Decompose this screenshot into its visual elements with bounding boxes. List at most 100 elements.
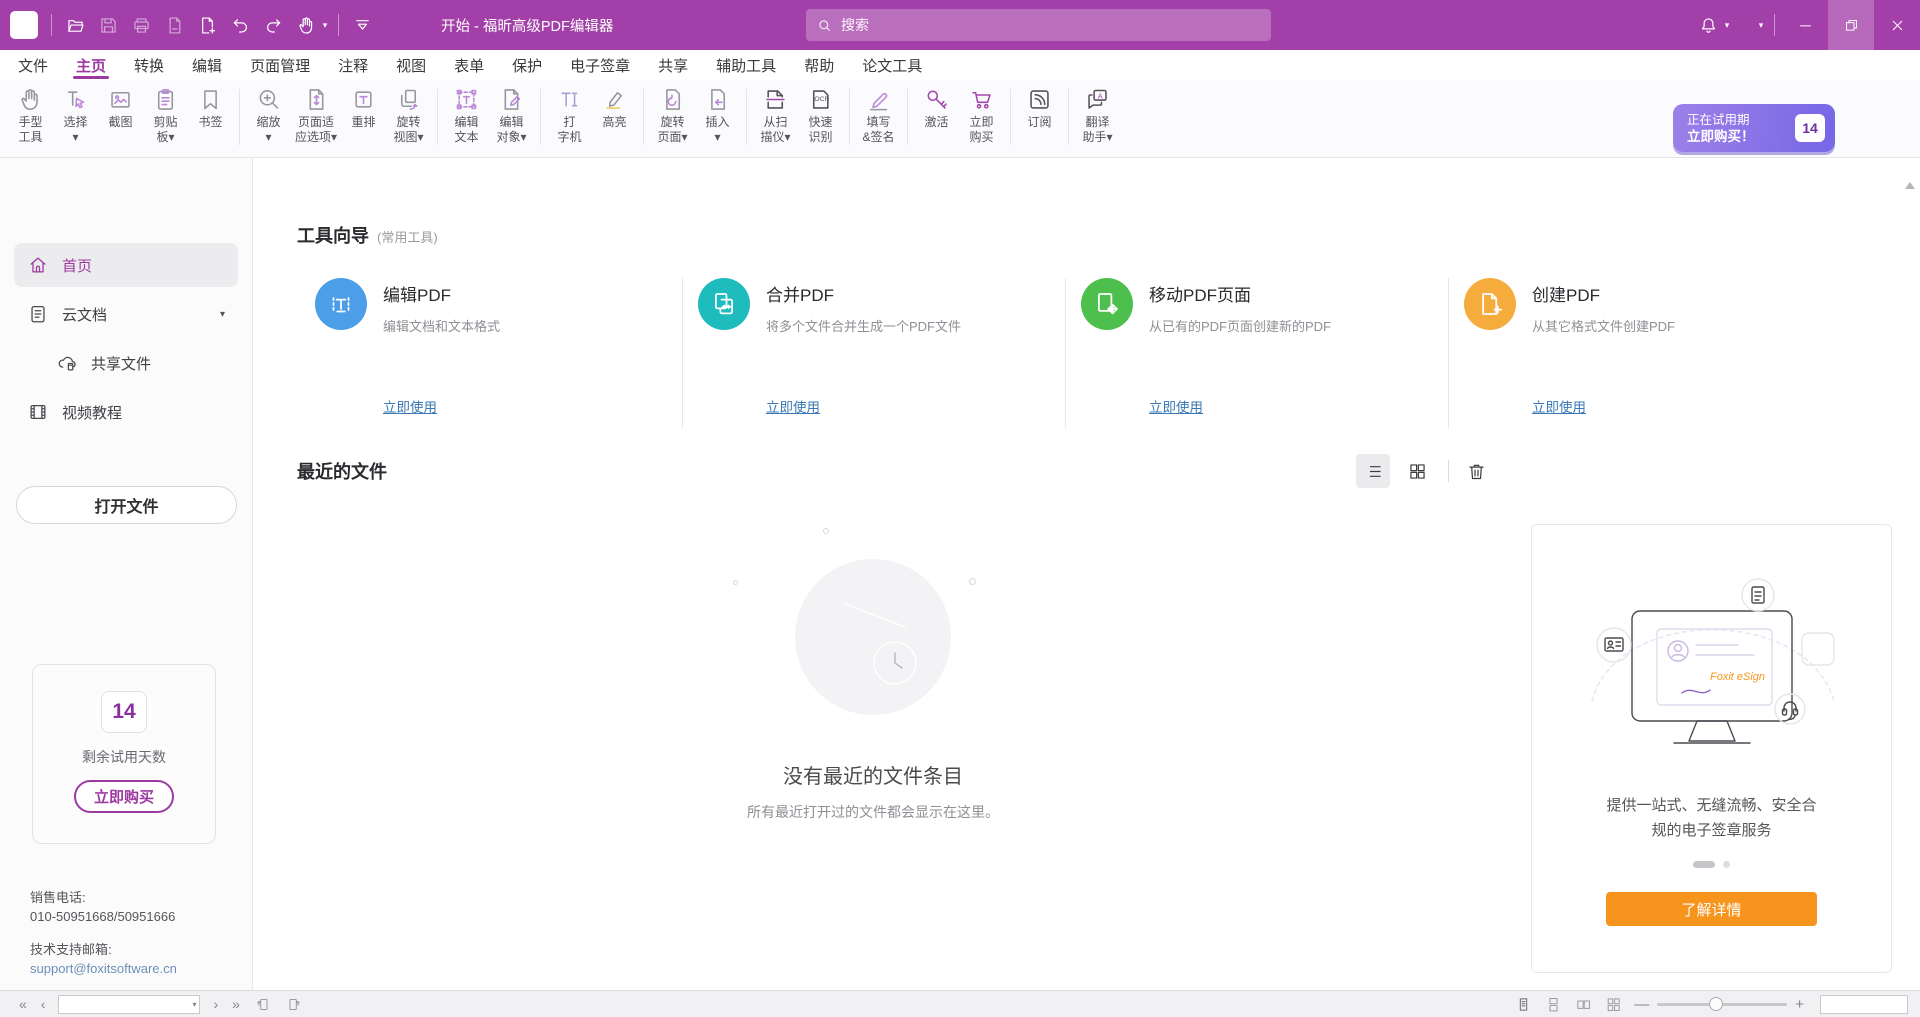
redo-icon[interactable] [257,8,290,42]
continuous-facing-view-icon[interactable] [1600,993,1626,1015]
menu-item-9[interactable]: 保护 [498,50,556,80]
continuous-view-icon[interactable] [1540,993,1566,1015]
delete-icon[interactable] [1459,454,1493,488]
sidebar-item-home[interactable]: 首页 [14,243,238,287]
page-input[interactable] [59,997,177,1011]
restore-button[interactable] [1828,0,1874,50]
menu-item-11[interactable]: 共享 [644,50,702,80]
ribbon-item-typewriter[interactable]: 打字机 [547,85,592,145]
export-page-icon[interactable] [158,8,191,42]
card-divider [1448,278,1449,428]
carousel-dot[interactable] [1723,861,1730,868]
last-page-icon[interactable]: » [225,996,247,1012]
next-page-icon[interactable]: › [206,996,225,1012]
ribbon-item-reflow[interactable]: 重排 [341,85,386,145]
facing-view-icon[interactable] [1570,993,1596,1015]
ribbon-item-fit-page[interactable]: 页面适应选项▾ [291,85,341,145]
tool-card-title: 移动PDF页面 [1149,281,1331,306]
ribbon-item-rotate-view[interactable]: 旋转视图▾ [386,85,431,145]
chevron-down-icon[interactable]: ▾ [220,309,225,320]
ribbon-item-edit-object[interactable]: 编辑对象▾ [489,85,534,145]
ribbon-item-zoom[interactable]: 缩放▾ [246,85,291,145]
learn-more-button[interactable]: 了解详情 [1606,892,1817,926]
ribbon-item-activate[interactable]: 激活 [914,85,959,145]
first-page-icon[interactable]: « [12,996,34,1012]
support-email-link[interactable]: support@foxitsoftware.cn [30,959,177,978]
chevron-down-icon[interactable]: ▾ [1755,20,1767,31]
ribbon-item-translate[interactable]: A翻译助手▾ [1075,85,1120,145]
ribbon-item-rotate-page[interactable]: 旋转页面▾ [650,85,695,145]
trial-badge-line1: 正在试用期 [1687,112,1795,128]
menu-item-5[interactable]: 页面管理 [236,50,324,80]
create-pdf-icon[interactable] [191,8,224,42]
ribbon-item-clipboard[interactable]: 剪贴板▾ [143,85,188,145]
ribbon-item-select[interactable]: 选择▾ [53,85,98,145]
minimize-button[interactable] [1782,0,1828,50]
menu-item-13[interactable]: 帮助 [790,50,848,80]
carousel-dot-active[interactable] [1693,861,1715,868]
search-input[interactable] [841,17,1261,33]
page-input-box[interactable]: ▾ [58,995,200,1014]
ribbon-item-scanner[interactable]: 从扫描仪▾ [753,85,798,145]
chevron-down-icon[interactable]: ▾ [1721,20,1733,31]
zoom-slider[interactable] [1657,1003,1787,1006]
trial-days-left: 14 [1795,114,1825,142]
print-icon[interactable] [125,8,158,42]
menu-item-1[interactable]: 文件 [4,50,62,80]
search-box[interactable] [806,9,1271,41]
list-view-icon[interactable] [1356,454,1390,488]
scrollbar-up-arrow[interactable] [1905,182,1915,189]
menu-item-2[interactable]: 主页 [62,50,120,80]
ribbon-item-highlight[interactable]: 高亮 [592,85,637,145]
sidebar-item-doc[interactable]: 云文档▾ [14,292,238,336]
ribbon-item-edit-text[interactable]: 编辑文本 [444,85,489,145]
titlebar: ▾ 开始 - 福昕高级PDF编辑器 ▾ ▾ [0,0,1920,50]
zoom-value-box[interactable] [1820,995,1908,1014]
ribbon-item-hand[interactable]: 手型工具 [8,85,53,145]
menu-item-10[interactable]: 电子签章 [556,50,644,80]
ribbon-item-snapshot[interactable]: 截图 [98,85,143,145]
ribbon-item-fill-sign[interactable]: 填写&签名 [856,85,901,145]
merge-pdf-icon [698,278,750,330]
rotate-left-icon[interactable] [251,993,277,1015]
trial-purchase-badge[interactable]: 正在试用期 立即购买！ 14 [1673,104,1835,152]
use-now-link[interactable]: 立即使用 [383,396,437,416]
zoom-slider-handle[interactable] [1709,997,1723,1011]
menu-item-8[interactable]: 表单 [440,50,498,80]
open-file-icon[interactable] [59,8,92,42]
use-now-link[interactable]: 立即使用 [1532,396,1586,416]
use-now-link[interactable]: 立即使用 [1149,396,1203,416]
menu-item-12[interactable]: 辅助工具 [702,50,790,80]
sparkle-icon [959,700,969,710]
save-icon[interactable] [92,8,125,42]
use-now-link[interactable]: 立即使用 [766,396,820,416]
activate-icon [923,85,950,115]
rotate-right-icon[interactable] [281,993,307,1015]
typewriter-icon [556,85,583,115]
menu-item-6[interactable]: 注释 [324,50,382,80]
collapse-ribbon-icon[interactable] [346,8,379,42]
menu-item-3[interactable]: 转换 [120,50,178,80]
chevron-down-icon[interactable]: ▾ [319,20,331,31]
close-button[interactable] [1874,0,1920,50]
ribbon-item-bookmark[interactable]: 书签 [188,85,233,145]
chevron-down-icon[interactable]: ▾ [192,1000,196,1009]
open-file-button[interactable]: 打开文件 [16,486,237,524]
ribbon-item-insert[interactable]: 插入▾ [695,85,740,145]
buy-now-button[interactable]: 立即购买 [74,780,174,813]
zoom-in-icon[interactable]: + [1787,996,1812,1013]
prev-page-icon[interactable]: ‹ [34,996,53,1012]
tool-wizard-section: 工具向导 (常用工具) 编辑PDF编辑文档和文本格式立即使用合并PDF将多个文件… [253,158,1920,428]
grid-view-icon[interactable] [1400,454,1434,488]
menu-item-4[interactable]: 编辑 [178,50,236,80]
sidebar-item-video[interactable]: 视频教程 [14,390,238,434]
zoom-out-icon[interactable]: — [1626,996,1657,1013]
menu-item-14[interactable]: 论文工具 [848,50,936,80]
ribbon-item-cart[interactable]: 立即购买 [959,85,1004,145]
ribbon-item-ocr[interactable]: OCR快速识别 [798,85,843,145]
ribbon-item-subscribe[interactable]: 订阅 [1017,85,1062,145]
sidebar-item-cloud-share[interactable]: 共享文件 [14,341,238,385]
undo-icon[interactable] [224,8,257,42]
menu-item-7[interactable]: 视图 [382,50,440,80]
single-page-view-icon[interactable] [1510,993,1536,1015]
